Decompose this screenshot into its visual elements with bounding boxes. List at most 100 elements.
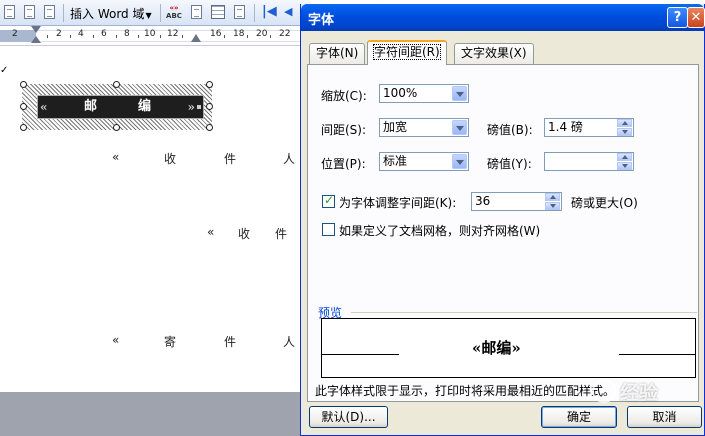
merge-field-char: 编 (138, 99, 152, 114)
recipient-line-2[interactable]: « 收 件 (0, 225, 300, 241)
resize-handle[interactable] (20, 103, 27, 110)
right-indent-marker[interactable] (191, 34, 201, 42)
spin-down-icon[interactable] (617, 128, 632, 136)
preview-divider (351, 312, 697, 313)
ruler-label: 22 (279, 29, 291, 39)
ruler-label: 8 (124, 29, 130, 39)
resize-handle[interactable] (206, 81, 213, 88)
text-cursor-icon: ✓ (0, 65, 9, 76)
ruler-label: 6 (101, 29, 107, 39)
merge-field-char: 邮 (84, 99, 98, 114)
left-indent-marker[interactable] (31, 26, 41, 46)
tab-text-effects[interactable]: 文字效果(X) (454, 43, 534, 64)
text-char: 收 (164, 152, 177, 166)
checkmark-icon: ✓ (324, 193, 335, 207)
tab-character-spacing-label: 字符间距(R) (373, 44, 441, 60)
spacing-select[interactable]: 加宽 (379, 118, 469, 137)
first-record-icon[interactable]: |◀ (262, 4, 278, 21)
toolbar-separator (63, 4, 64, 22)
chevron-down-icon[interactable] (452, 86, 467, 101)
spacing-value: 加宽 (383, 120, 408, 134)
merge-field-close-quote: » (187, 100, 196, 114)
ruler-label: 18 (233, 29, 245, 39)
tab-text-effects-label: 文字效果(X) (461, 46, 527, 60)
tab-character-spacing[interactable]: 字符间距(R) (367, 40, 447, 65)
position-label: 位置(P): (321, 157, 366, 171)
toolbar-separator (254, 4, 255, 22)
view-merged-data-icon[interactable]: «» ABC (165, 4, 183, 21)
scale-label: 缩放(C): (321, 89, 367, 103)
text-char: 人 (283, 335, 296, 349)
merge-field-icon[interactable] (189, 4, 205, 21)
spacing-by-input[interactable]: 1.4 磅 (544, 118, 634, 137)
dialog-title: 字体 (308, 13, 335, 28)
spin-down-icon[interactable] (617, 162, 632, 170)
spin-up-icon[interactable] (617, 153, 632, 161)
merge-field-open-quote: « (40, 100, 48, 114)
kerning-size-value: 36 (475, 194, 491, 208)
kerning-label: 为字体调整字间距(K): (339, 196, 457, 210)
ruler-label: 10 (144, 29, 156, 39)
ok-button[interactable]: 确定 (541, 406, 617, 428)
resize-handle[interactable] (206, 124, 213, 131)
snap-to-grid-checkbox[interactable] (322, 223, 335, 236)
preview-box: «邮编» (321, 318, 696, 378)
merge-field-open-quote: « (112, 150, 120, 164)
highlight-fields-icon[interactable] (210, 4, 226, 21)
ruler-label: 2 (56, 29, 62, 39)
merge-field-open-quote: « (112, 333, 120, 347)
scale-value: 100% (383, 86, 418, 100)
horizontal-ruler[interactable]: 2 2 4 6 8 10 12 16 18 20 22 (0, 26, 300, 46)
text-char: 寄 (164, 335, 177, 349)
sender-line[interactable]: « 寄 件 人 (0, 333, 300, 349)
cancel-button[interactable]: 取消 (627, 406, 702, 428)
default-button[interactable]: 默认(D)... (309, 406, 388, 428)
text-char: 件 (224, 152, 237, 166)
spacing-label: 间距(S): (321, 123, 367, 137)
page-icon[interactable] (2, 4, 18, 21)
insert-word-field-button[interactable]: 插入 Word 域▼ (70, 5, 152, 22)
text-char: 件 (224, 335, 237, 349)
document-margin-area (0, 392, 300, 436)
kerning-size-input[interactable]: 36 (471, 192, 562, 211)
resize-handle[interactable] (206, 103, 213, 110)
position-select[interactable]: 标准 (379, 152, 469, 171)
chevron-down-icon[interactable] (452, 154, 467, 169)
resize-handle[interactable] (20, 81, 27, 88)
spacing-by-label: 磅值(B): (487, 123, 533, 137)
tab-font[interactable]: 字体(N) (309, 43, 366, 64)
word-toolbar: 插入 Word 域▼ «» ABC |◀ ◀ (0, 0, 310, 26)
merge-field-open-quote: « (207, 225, 215, 239)
spin-up-icon[interactable] (617, 119, 632, 127)
help-button[interactable]: ? (667, 7, 688, 28)
kerning-checkbox[interactable]: ✓ (322, 193, 335, 208)
text-char: 收 (238, 227, 251, 241)
recipient-line[interactable]: « 收 件 人 (0, 150, 300, 166)
spin-up-icon[interactable] (545, 193, 560, 201)
resize-handle[interactable] (20, 124, 27, 131)
dialog-titlebar[interactable]: 字体 ? ✕ (301, 4, 705, 31)
spin-down-icon[interactable] (545, 202, 560, 210)
snap-to-grid-label: 如果定义了文档网格，则对齐网格(W) (339, 224, 541, 238)
preview-note: 此字体样式限于显示，打印时将采用最相近的匹配样式。 (315, 384, 616, 398)
resize-handle[interactable] (113, 81, 120, 88)
abc-label: ABC (166, 12, 182, 20)
ruler-label: 16 (210, 29, 222, 39)
resize-handle[interactable] (113, 124, 120, 131)
toolbar-separator (160, 4, 161, 22)
text-char: 人 (283, 152, 296, 166)
close-button[interactable]: ✕ (687, 7, 705, 28)
list-icon[interactable] (42, 4, 58, 21)
ruler-label: 20 (256, 29, 268, 39)
postal-code-merge-field[interactable]: « 邮 编 » (37, 95, 204, 119)
document-icon[interactable] (22, 4, 38, 21)
match-fields-icon[interactable] (232, 4, 248, 21)
kerning-suffix: 磅或更大(O) (571, 196, 638, 210)
chevron-down-icon[interactable] (452, 120, 467, 135)
ruler-label: 4 (78, 29, 84, 39)
preview-text: «邮编» (472, 339, 521, 357)
scale-select[interactable]: 100% (379, 84, 469, 103)
previous-record-icon[interactable]: ◀ (284, 4, 300, 21)
ruler-label: 12 (167, 29, 179, 39)
position-by-input[interactable] (544, 152, 634, 171)
